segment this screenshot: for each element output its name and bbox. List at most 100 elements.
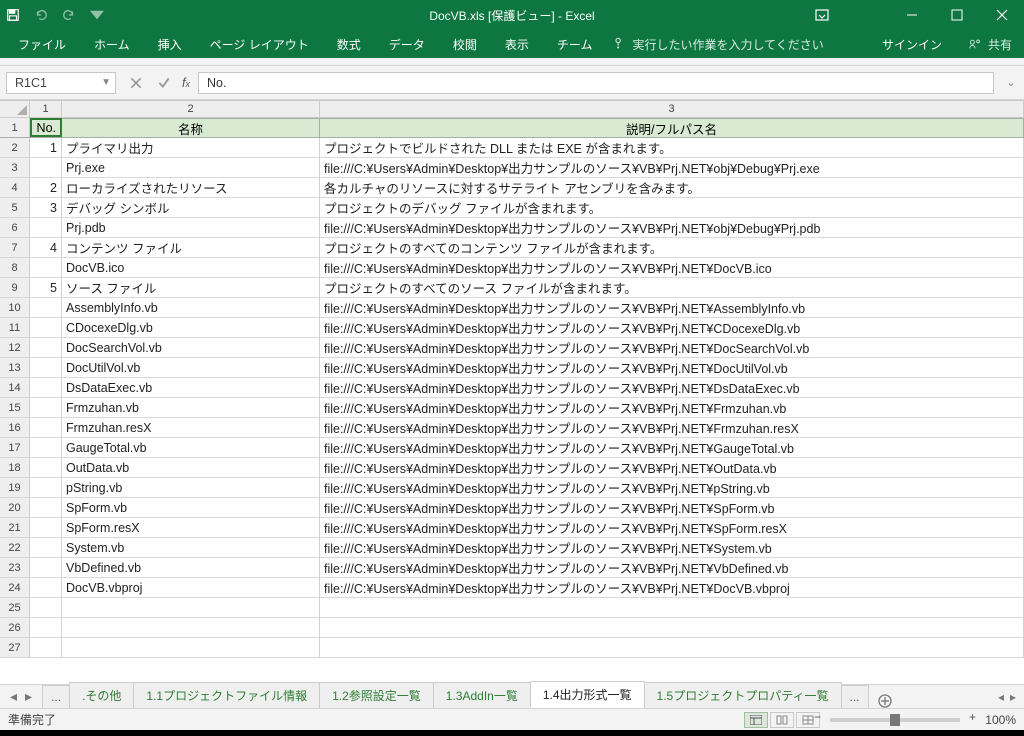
cell-name[interactable]: [62, 638, 320, 657]
tab-nav-first-icon[interactable]: ◂: [10, 688, 17, 705]
cancel-formula-button[interactable]: [122, 72, 150, 94]
cell-no[interactable]: [30, 498, 62, 517]
cell-name[interactable]: Frmzuhan.resX: [62, 418, 320, 437]
ribbon-tab[interactable]: データ: [375, 30, 439, 58]
row-header[interactable]: 27: [0, 638, 30, 657]
column-header[interactable]: 1: [30, 100, 62, 117]
cell-no[interactable]: [30, 418, 62, 437]
cell-name[interactable]: DsDataExec.vb: [62, 378, 320, 397]
cell-name[interactable]: System.vb: [62, 538, 320, 557]
cell-name[interactable]: デバッグ シンボル: [62, 198, 320, 217]
cell-no[interactable]: 3: [30, 198, 62, 217]
row-header[interactable]: 1: [0, 118, 30, 137]
cell-desc[interactable]: file:///C:¥Users¥Admin¥Desktop¥出力サンプルのソー…: [320, 578, 1024, 597]
redo-icon[interactable]: [62, 8, 76, 22]
sheet-tab-ellipsis[interactable]: ...: [841, 685, 869, 708]
cell-no[interactable]: [30, 378, 62, 397]
cell-name[interactable]: Prj.exe: [62, 158, 320, 177]
cell-no[interactable]: [30, 578, 62, 597]
cell-no[interactable]: [30, 458, 62, 477]
ribbon-tab[interactable]: 挿入: [144, 30, 196, 58]
cell-name[interactable]: VbDefined.vb: [62, 558, 320, 577]
row-header[interactable]: 9: [0, 278, 30, 297]
cell-no[interactable]: 4: [30, 238, 62, 257]
ribbon-display-options-icon[interactable]: [815, 0, 829, 30]
row-header[interactable]: 6: [0, 218, 30, 237]
zoom-slider[interactable]: [830, 718, 960, 722]
tab-scroll-right-icon[interactable]: ▸: [1010, 690, 1016, 704]
row-header[interactable]: 20: [0, 498, 30, 517]
tell-me[interactable]: 実行したい作業を入力してください: [612, 36, 823, 53]
column-header[interactable]: 3: [320, 100, 1024, 117]
cell-desc[interactable]: file:///C:¥Users¥Admin¥Desktop¥出力サンプルのソー…: [320, 318, 1024, 337]
cell-desc[interactable]: プロジェクトのすべてのソース ファイルが含まれます。: [320, 278, 1024, 297]
cell-name[interactable]: Prj.pdb: [62, 218, 320, 237]
cell-name[interactable]: コンテンツ ファイル: [62, 238, 320, 257]
cell-name[interactable]: [62, 618, 320, 637]
cell-no[interactable]: [30, 598, 62, 617]
sheet-tab[interactable]: 1.2参照設定一覧: [319, 682, 434, 708]
row-header[interactable]: 5: [0, 198, 30, 217]
cell-no[interactable]: [30, 338, 62, 357]
row-header[interactable]: 19: [0, 478, 30, 497]
cell-no[interactable]: 1: [30, 138, 62, 157]
row-header[interactable]: 7: [0, 238, 30, 257]
minimize-button[interactable]: [889, 0, 934, 30]
tab-nav-last-icon[interactable]: ▸: [25, 688, 32, 705]
qat-customize-icon[interactable]: [90, 8, 104, 22]
maximize-button[interactable]: [934, 0, 979, 30]
header-cell-name[interactable]: 名称: [62, 118, 320, 137]
cell-no[interactable]: [30, 318, 62, 337]
cell-name[interactable]: Frmzuhan.vb: [62, 398, 320, 417]
cell-no[interactable]: [30, 158, 62, 177]
share-button[interactable]: 共有: [956, 36, 1024, 53]
fx-icon[interactable]: fx: [182, 76, 190, 90]
sheet-tab[interactable]: 1.3AddIn一覧: [433, 682, 531, 708]
cell-no[interactable]: [30, 258, 62, 277]
cell-desc[interactable]: プロジェクトでビルドされた DLL または EXE が含まれます。: [320, 138, 1024, 157]
tab-scroll-left-icon[interactable]: ◂: [998, 690, 1004, 704]
cell-no[interactable]: [30, 298, 62, 317]
cell-desc[interactable]: [320, 638, 1024, 657]
cell-desc[interactable]: file:///C:¥Users¥Admin¥Desktop¥出力サンプルのソー…: [320, 498, 1024, 517]
row-header[interactable]: 8: [0, 258, 30, 277]
cell-name[interactable]: DocVB.ico: [62, 258, 320, 277]
cell-no[interactable]: [30, 438, 62, 457]
cell-no[interactable]: [30, 638, 62, 657]
ribbon-tab[interactable]: 表示: [491, 30, 543, 58]
cell-no[interactable]: [30, 518, 62, 537]
cell-desc[interactable]: プロジェクトのデバッグ ファイルが含まれます。: [320, 198, 1024, 217]
header-cell-desc[interactable]: 説明/フルパス名: [320, 118, 1024, 137]
cell-no[interactable]: [30, 618, 62, 637]
zoom-percent[interactable]: 100%: [970, 713, 1016, 727]
cell-no[interactable]: [30, 218, 62, 237]
cell-desc[interactable]: file:///C:¥Users¥Admin¥Desktop¥出力サンプルのソー…: [320, 518, 1024, 537]
row-header[interactable]: 18: [0, 458, 30, 477]
view-normal-button[interactable]: [744, 712, 768, 728]
cell-name[interactable]: CDocexeDlg.vb: [62, 318, 320, 337]
row-header[interactable]: 22: [0, 538, 30, 557]
cell-no[interactable]: [30, 558, 62, 577]
cell-name[interactable]: OutData.vb: [62, 458, 320, 477]
row-header[interactable]: 13: [0, 358, 30, 377]
sheet-tab[interactable]: 1.1プロジェクトファイル情報: [133, 682, 320, 708]
ribbon-tab[interactable]: ファイル: [4, 30, 80, 58]
header-cell-no[interactable]: No.: [30, 118, 62, 137]
enter-formula-button[interactable]: [150, 72, 178, 94]
cell-desc[interactable]: 各カルチャのリソースに対するサテライト アセンブリを含みます。: [320, 178, 1024, 197]
formula-input[interactable]: No.: [198, 72, 994, 94]
cell-name[interactable]: DocSearchVol.vb: [62, 338, 320, 357]
ribbon-tab[interactable]: 数式: [323, 30, 375, 58]
cell-desc[interactable]: file:///C:¥Users¥Admin¥Desktop¥出力サンプルのソー…: [320, 378, 1024, 397]
expand-formula-bar-icon[interactable]: ⌄: [1002, 76, 1020, 89]
row-header[interactable]: 25: [0, 598, 30, 617]
cell-desc[interactable]: プロジェクトのすべてのコンテンツ ファイルが含まれます。: [320, 238, 1024, 257]
zoom-thumb[interactable]: [890, 714, 900, 726]
cell-name[interactable]: ソース ファイル: [62, 278, 320, 297]
row-header[interactable]: 11: [0, 318, 30, 337]
cell-name[interactable]: pString.vb: [62, 478, 320, 497]
row-header[interactable]: 26: [0, 618, 30, 637]
sheet-tab-ellipsis[interactable]: ...: [42, 685, 70, 708]
cell-desc[interactable]: file:///C:¥Users¥Admin¥Desktop¥出力サンプルのソー…: [320, 298, 1024, 317]
ribbon-tab[interactable]: 校閲: [439, 30, 491, 58]
